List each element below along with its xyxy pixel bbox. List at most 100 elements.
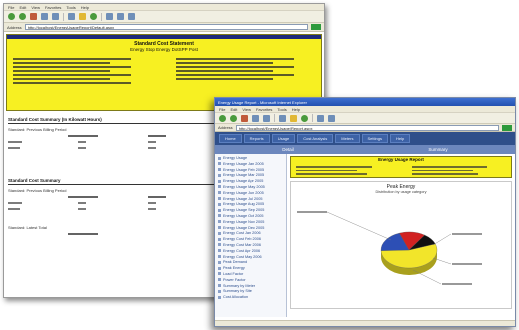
menu-file[interactable]: File — [219, 107, 225, 112]
tab-settings[interactable]: Settings — [361, 134, 388, 143]
back-arrow-icon[interactable] — [219, 114, 226, 122]
report-node-icon — [218, 197, 221, 201]
back-arrow-icon[interactable] — [8, 13, 15, 20]
report-node-icon — [218, 255, 221, 259]
report-tree-sidebar: Energy Usage Energy Usage Jan 2005 Energy … — [215, 154, 287, 317]
tab-help[interactable]: Help — [389, 134, 411, 143]
app-body: Energy Usage Energy Usage Jan 2005 Energy … — [215, 154, 515, 317]
tab-meters[interactable]: Meters — [335, 134, 360, 143]
screenshot-composite: File Edit View Favorites Tools Help Addr… — [0, 0, 519, 330]
sidebar-item-label: Energy Cost Feb 2006 — [223, 237, 261, 242]
stop-icon[interactable] — [30, 13, 37, 20]
report-node-icon — [218, 295, 221, 299]
toolbar-divider — [274, 114, 275, 122]
front-app-window: Energy Usage Report - Microsoft Internet… — [214, 97, 516, 327]
header-left-fields — [13, 56, 152, 86]
report-node-icon — [218, 237, 221, 241]
search-icon[interactable] — [68, 13, 75, 20]
report-node-icon — [218, 266, 221, 270]
address-input[interactable]: http://localhost/EnergyUsage/Report.aspx — [235, 124, 499, 131]
sidebar-item-label: Energy Usage — [223, 156, 248, 160]
pie-leader-line — [326, 211, 392, 241]
refresh-icon[interactable] — [41, 13, 48, 20]
report-node-icon — [218, 260, 221, 264]
pie-slice-label-placeholder — [297, 211, 327, 213]
menu-edit[interactable]: Edit — [230, 107, 237, 112]
sidebar-item-label: Energy Usage Jun 2005 — [223, 190, 264, 195]
search-icon[interactable] — [279, 114, 286, 122]
mail-icon[interactable] — [106, 13, 113, 20]
go-button[interactable] — [502, 124, 512, 131]
back-address-bar: Address http://localhost/EnergyUsageRepo… — [4, 23, 324, 32]
sidebar-item-label: Power Factor — [223, 277, 246, 282]
sidebar-item-label: Energy Usage Apr 2005 — [223, 179, 264, 184]
subheader-summary[interactable]: Summary — [428, 147, 447, 152]
home-icon[interactable] — [52, 13, 59, 20]
sidebar-item-label: Energy Usage Jul 2005 — [223, 196, 263, 201]
sidebar-item-label: Energy Usage Sep 2005 — [223, 208, 265, 213]
tab-cost-analysis[interactable]: Cost Analysis — [297, 134, 334, 143]
home-icon[interactable] — [263, 114, 270, 122]
report-node-icon — [218, 168, 221, 172]
menu-tools[interactable]: Tools — [66, 5, 75, 10]
report-node-icon — [218, 185, 221, 189]
report-node-icon — [218, 162, 221, 166]
front-address-bar: Address http://localhost/EnergyUsage/Rep… — [215, 124, 515, 132]
forward-arrow-icon[interactable] — [230, 114, 237, 122]
subheader-detail[interactable]: Detail — [282, 147, 294, 152]
pie-leader-line — [432, 233, 452, 246]
menu-help[interactable]: Help — [81, 5, 89, 10]
menu-favorites[interactable]: Favorites — [45, 5, 61, 10]
report-node-icon — [218, 289, 221, 293]
sidebar-item-label: Energy Usage Aug 2005 — [223, 202, 265, 207]
sidebar-item-label: Energy Usage Oct 2005 — [223, 213, 264, 218]
report-node-icon — [218, 272, 221, 276]
back-menubar: File Edit View Favorites Tools Help — [4, 4, 324, 11]
print-icon[interactable] — [117, 13, 124, 20]
tab-reports[interactable]: Reports — [243, 134, 270, 143]
menu-favorites[interactable]: Favorites — [256, 107, 272, 112]
report-node-icon — [218, 156, 221, 160]
favorites-star-icon[interactable] — [79, 13, 86, 20]
menu-edit[interactable]: Edit — [19, 5, 26, 10]
sidebar-item-label: Load Factor — [223, 271, 244, 276]
toolbar-divider — [312, 114, 313, 122]
report-node-icon — [218, 226, 221, 230]
media-icon[interactable] — [90, 13, 97, 20]
go-button[interactable] — [311, 24, 321, 30]
header-accent-bar — [7, 35, 321, 39]
report-node-icon — [218, 202, 221, 206]
window-title: Energy Usage Report - Microsoft Internet… — [218, 99, 307, 105]
sidebar-item-label: Energy Cost Mar 2006 — [223, 242, 261, 247]
edit-icon[interactable] — [128, 13, 135, 20]
menu-file[interactable]: File — [8, 5, 14, 10]
favorites-star-icon[interactable] — [290, 114, 297, 122]
refresh-icon[interactable] — [252, 114, 259, 122]
media-icon[interactable] — [301, 114, 308, 122]
menu-tools[interactable]: Tools — [277, 107, 286, 112]
sidebar-item-label: Energy Cost May 2006 — [223, 254, 262, 259]
report-node-icon — [218, 243, 221, 247]
header-right-fields — [176, 56, 315, 86]
menu-view[interactable]: View — [31, 5, 40, 10]
menu-help[interactable]: Help — [292, 107, 300, 112]
tab-usage[interactable]: Usage — [271, 134, 296, 143]
mail-icon[interactable] — [317, 114, 324, 122]
report-header-fields — [7, 52, 321, 86]
report-content: Energy Usage Report Peak Energy Distribu… — [287, 154, 515, 317]
sidebar-item-label: Energy Usage Jan 2005 — [223, 161, 264, 166]
menu-view[interactable]: View — [242, 107, 251, 112]
report-node-icon — [218, 208, 221, 212]
report-node-icon — [218, 220, 221, 224]
front-toolbar — [215, 113, 515, 124]
tab-home[interactable]: Home — [219, 134, 242, 143]
address-input[interactable]: http://localhost/EnergyUsageReport/Defau… — [24, 24, 308, 30]
print-icon[interactable] — [328, 114, 335, 122]
stop-icon[interactable] — [241, 114, 248, 122]
sidebar-item-label: Summary by Site — [223, 289, 252, 294]
address-label: Address — [218, 125, 233, 130]
window-titlebar: Energy Usage Report - Microsoft Internet… — [215, 98, 515, 106]
report-node-icon — [218, 284, 221, 288]
forward-arrow-icon[interactable] — [19, 13, 26, 20]
sidebar-item[interactable]: Cost Allocation — [218, 295, 283, 301]
